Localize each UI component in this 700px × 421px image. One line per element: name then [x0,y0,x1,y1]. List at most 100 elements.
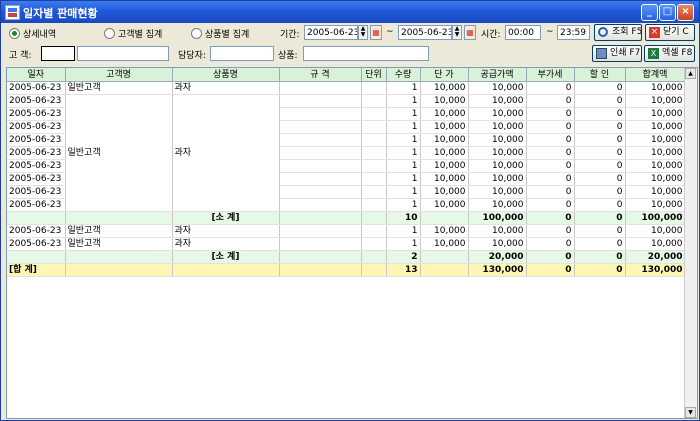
cell-supply: 10,000 [468,185,527,199]
table-row[interactable]: 2005-06-23 일반고객 과자 1 10,000 10,000 0 0 1… [7,81,686,95]
radio-label: 상품별 집계 [205,30,250,40]
cell-vat: 0 [526,198,575,212]
cell-price: 10,000 [420,172,469,186]
search-button[interactable]: 조회 F5 [594,24,642,41]
cell-supply: 10,000 [468,133,527,147]
cell-date: 2005-06-23 [7,172,66,186]
col-price-header[interactable]: 단 가 [420,68,469,82]
cell-unit [361,146,387,160]
grand-total-discount: 0 [574,263,626,277]
table-row[interactable]: 2005-06-23 일반고객 과자 1 10,000 10,000 0 0 1… [7,224,686,238]
radio-dot-icon [191,28,202,39]
cell-discount: 0 [574,185,626,199]
cell-date: 2005-06-23 [7,107,66,121]
col-total-header[interactable]: 합계액 [625,68,686,82]
sales-grid[interactable]: 일자 고객명 상품명 규 격 단위 수량 단 가 공급가액 부가세 할 인 합계… [6,67,698,419]
col-vat-header[interactable]: 부가세 [526,68,575,82]
cell-supply: 10,000 [468,198,527,212]
close-button-label: 닫기 C [663,27,689,37]
cell-price: 10,000 [420,237,469,251]
calendar-icon[interactable]: ▦ [464,25,476,40]
cell-discount: 0 [574,172,626,186]
subtotal-vat: 0 [526,250,575,264]
customer-name-input[interactable] [77,46,169,61]
col-discount-header[interactable]: 할 인 [574,68,626,82]
customer-code-input[interactable] [41,46,75,61]
cell-vat: 0 [526,107,575,121]
period-from-input[interactable]: 2005-06-23 [304,25,358,40]
cell-supply: 10,000 [468,159,527,173]
period-label: 기간: [280,30,300,40]
col-spec-header[interactable]: 규 격 [279,68,362,82]
cell-total: 10,000 [625,146,686,160]
cell-unit [361,120,387,134]
cell-discount: 0 [574,237,626,251]
cell-supply: 10,000 [468,107,527,121]
col-supply-header[interactable]: 공급가액 [468,68,527,82]
cell-qty: 1 [386,133,421,147]
cell-vat: 0 [526,94,575,108]
col-customer-header[interactable]: 고객명 [65,68,173,82]
cell-total: 10,000 [625,107,686,121]
cell-customer-merged: 일반고객 [65,94,173,212]
excel-button-label: 엑셀 F8 [662,48,693,58]
close-button[interactable]: × 닫기 C [645,24,695,41]
grand-total-qty: 13 [386,263,421,277]
cell-total: 10,000 [625,133,686,147]
grand-total-row[interactable]: [합 계] 13 130,000 0 0 130,000 [7,263,686,277]
cell-spec [279,237,362,251]
window-close-button[interactable]: × [677,4,694,21]
grand-total-total: 130,000 [625,263,686,277]
period-to-input[interactable]: 2005-06-23 [398,25,452,40]
table-row[interactable]: 2005-06-23 일반고객 과자 1 10,000 10,000 0 0 1… [7,237,686,251]
cell-empty [7,211,66,225]
scroll-up-icon[interactable]: ▲ [685,68,696,79]
title-bar[interactable]: 일자별 판매현황 _ □ × [1,1,699,23]
cell-date: 2005-06-23 [7,198,66,212]
scroll-down-icon[interactable]: ▼ [685,407,696,418]
cell-qty: 1 [386,224,421,238]
window-title: 일자별 판매현황 [23,7,98,20]
cell-unit [361,172,387,186]
calendar-icon[interactable]: ▦ [370,25,382,40]
maximize-button[interactable]: □ [659,4,676,21]
product-input[interactable] [303,46,429,61]
subtotal-qty: 2 [386,250,421,264]
period-to-spin[interactable]: ▲ ▼ [452,25,462,40]
cell-spec [279,159,362,173]
time-to-input[interactable]: 23:59 [557,25,590,40]
cell-total: 10,000 [625,185,686,199]
cell-spec [279,146,362,160]
cell-price: 10,000 [420,185,469,199]
cell-vat: 0 [526,133,575,147]
excel-button[interactable]: X 엑셀 F8 [644,45,695,62]
cell-total: 10,000 [625,224,686,238]
cell-empty [279,211,362,225]
grand-total-label: [합 계] [7,263,66,277]
cell-product: 과자 [172,237,280,251]
radio-label: 상세내역 [23,30,57,40]
period-from-spin[interactable]: ▲ ▼ [358,25,368,40]
vertical-scrollbar[interactable]: ▲ ▼ [684,68,697,418]
staff-input[interactable] [210,46,274,61]
sales-report-window: 일자별 판매현황 _ □ × 상세내역 고객별 집계 상품별 집계 기간: 20… [0,0,700,421]
col-product-header[interactable]: 상품명 [172,68,280,82]
print-button[interactable]: 인쇄 F7 [592,45,642,62]
col-qty-header[interactable]: 수량 [386,68,421,82]
cell-price: 10,000 [420,198,469,212]
cell-qty: 1 [386,172,421,186]
cell-unit [361,185,387,199]
col-unit-header[interactable]: 단위 [361,68,387,82]
cell-qty: 1 [386,159,421,173]
cell-product: 과자 [172,81,280,95]
minimize-button[interactable]: _ [641,4,658,21]
col-date-header[interactable]: 일자 [7,68,66,82]
table-row[interactable]: 2005-06-23 일반고객 과자 1 10,000 10,000 0 0 1… [7,94,686,212]
cell-empty [65,211,173,225]
cell-customer: 일반고객 [65,237,173,251]
subtotal-row[interactable]: [소 계] 10 100,000 0 0 100,000 [7,211,686,225]
cell-vat: 0 [526,146,575,160]
cell-total: 10,000 [625,237,686,251]
subtotal-row[interactable]: [소 계] 2 20,000 0 0 20,000 [7,250,686,264]
time-from-input[interactable]: 00:00 [505,25,541,40]
